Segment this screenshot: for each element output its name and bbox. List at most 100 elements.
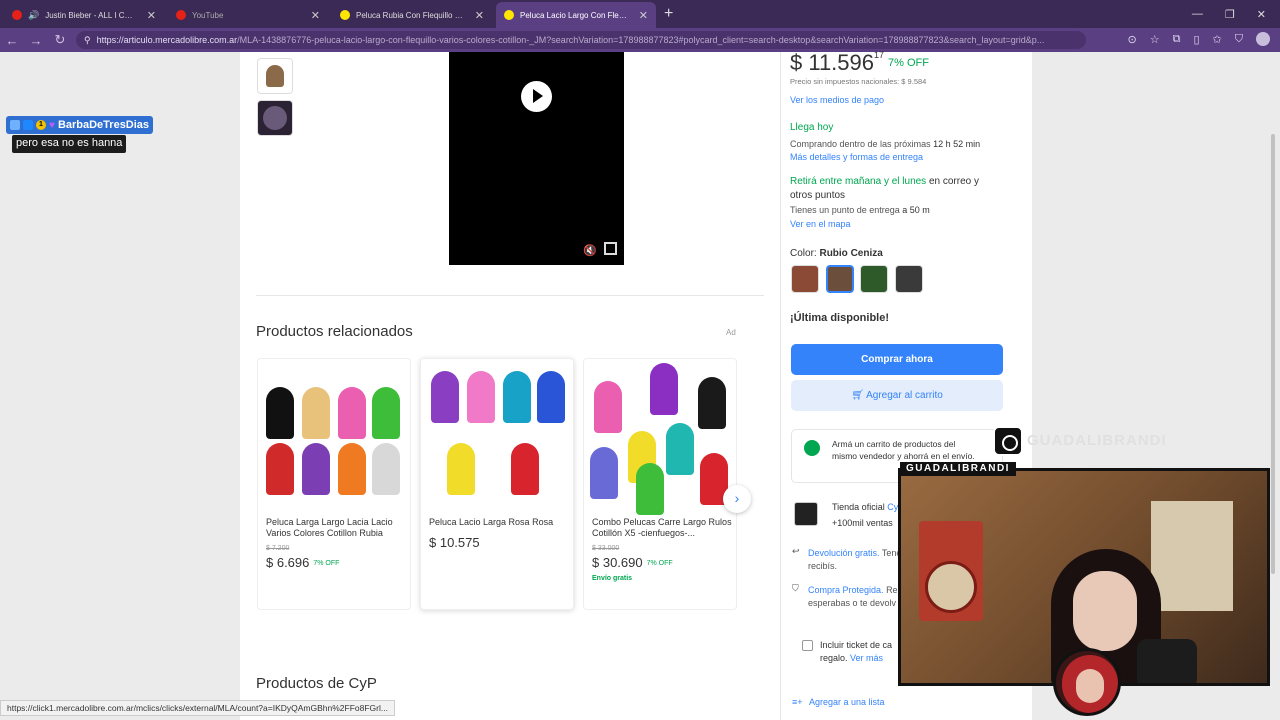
product-card[interactable]: Peluca Lacio Larga Rosa Rosa $ 10.575	[420, 358, 574, 610]
instagram-handle: GUADALIBRANDI	[1027, 432, 1167, 449]
gift-ticket-checkbox[interactable]	[802, 640, 813, 651]
gallery-thumbnail[interactable]	[257, 58, 293, 94]
pickup-point-text: Tienes un punto de entrega	[790, 205, 900, 215]
payment-methods-link[interactable]: Ver los medios de pago	[790, 95, 884, 105]
price-value: $ 30.690	[592, 555, 643, 570]
color-swatch[interactable]	[860, 265, 888, 293]
store-link[interactable]: Cy	[887, 502, 898, 512]
returns-link[interactable]: Devolución gratis.	[808, 548, 880, 558]
url-field[interactable]: ⚲ https://articulo.mercadolibre.com.ar/M…	[76, 31, 1086, 49]
protected-info: Compra Protegida. Re esperabas o te devol…	[808, 584, 898, 610]
tab-peluca-rubia[interactable]: Peluca Rubia Con Flequillo | Merca ✕	[332, 2, 492, 28]
extensions-icon[interactable]: ⧉	[1173, 33, 1181, 46]
youtube-icon	[176, 10, 186, 20]
cart-promo-text: Armá un carrito de productos del mismo v…	[832, 439, 975, 461]
product-card[interactable]: Combo Pelucas Carre Largo Rulos Cotillón…	[583, 358, 737, 610]
map-link[interactable]: Ver en el mapa	[790, 219, 851, 229]
price-cents: 17	[874, 50, 885, 60]
add-to-list-link[interactable]: Agregar a una lista	[809, 697, 885, 707]
store-name: Tienda oficial Cy	[832, 502, 898, 512]
pickup-text-2: otros puntos	[790, 190, 846, 201]
fullscreen-icon[interactable]	[604, 242, 617, 255]
poster-platform	[919, 521, 983, 621]
new-tab-icon[interactable]: +	[664, 5, 673, 23]
buy-now-button[interactable]: Comprar ahora	[791, 344, 1003, 375]
reader-icon[interactable]: ⊙	[1128, 33, 1137, 46]
close-tab-icon[interactable]: ✕	[311, 9, 320, 22]
tab-title: Justin Bieber - ALL I CAN TAKE	[45, 10, 137, 20]
store-logo[interactable]	[794, 502, 818, 526]
product-card[interactable]: Peluca Larga Largo Lacia Lacio Varios Co…	[257, 358, 411, 610]
pickup-text: en correo y	[928, 176, 979, 187]
minimize-icon[interactable]: —	[1192, 8, 1203, 20]
add-to-cart-button[interactable]: 🛒︎ Agregar al carrito	[791, 380, 1003, 411]
return-icon: ↩	[792, 546, 800, 556]
carousel-next-button[interactable]: ›	[723, 485, 751, 513]
gift-ticket-text-2: regalo.	[820, 653, 848, 663]
close-tab-icon[interactable]: ✕	[475, 9, 484, 22]
deadline-time: 12 h 52 min	[933, 139, 981, 149]
pickup-highlight: Retirá entre mañana y el lunes	[790, 176, 927, 187]
price-value: $ 10.575	[429, 535, 480, 550]
play-icon[interactable]	[521, 81, 552, 112]
pickup-info: Retirá entre mañana y el lunes en correo…	[790, 175, 1010, 203]
streamer-avatar	[1053, 648, 1121, 716]
webcam-label: GUADALIBRANDI	[900, 462, 1016, 476]
mercadolibre-icon	[504, 10, 514, 20]
scrollbar-thumb[interactable]	[1271, 134, 1275, 574]
returns-text-2: recibís.	[808, 561, 838, 571]
split-screen-icon[interactable]: ▯	[1193, 33, 1199, 46]
favorites-icon[interactable]: ✩	[1213, 33, 1222, 46]
instagram-icon	[993, 426, 1023, 456]
product-name: Combo Pelucas Carre Largo Rulos Cotillón…	[592, 517, 732, 538]
product-video[interactable]: 🔇	[449, 52, 624, 265]
chat-message: pero esa no es hanna	[12, 135, 127, 153]
back-icon[interactable]: ←	[0, 33, 24, 48]
color-swatch[interactable]	[895, 265, 923, 293]
badge-icon	[23, 120, 33, 130]
status-bar-url: https://click1.mercadolibre.com.ar/mclic…	[0, 700, 395, 716]
tab-justin-bieber[interactable]: 🔊 Justin Bieber - ALL I CAN TAKE ✕	[4, 2, 164, 28]
url-path: /MLA-1438876776-peluca-lacio-largo-con-f…	[237, 35, 1045, 45]
favorite-star-icon[interactable]: ☆	[1150, 33, 1160, 46]
site-info-icon[interactable]: ⚲	[84, 35, 91, 46]
gift-ticket-link[interactable]: Ver más	[850, 653, 883, 663]
browser-essentials-icon[interactable]: ⛉	[1235, 33, 1243, 46]
profile-avatar[interactable]	[1256, 32, 1270, 46]
price-value: $ 11.596	[790, 50, 875, 75]
add-to-cart-label: Agregar al carrito	[866, 390, 943, 401]
forward-icon[interactable]: →	[24, 33, 48, 48]
mute-icon[interactable]: 🔇	[583, 244, 597, 257]
tab-youtube[interactable]: YouTube ✕	[168, 2, 328, 28]
discount-badge: 7% OFF	[888, 57, 929, 69]
divider	[256, 295, 764, 296]
close-window-icon[interactable]: ✕	[1257, 8, 1266, 21]
pickup-point-distance: a 50 m	[902, 205, 930, 215]
price: $ 6.696 7% OFF	[266, 555, 339, 570]
microphone	[1137, 639, 1197, 683]
color-value: Rubio Ceniza	[819, 248, 883, 259]
close-tab-icon[interactable]: ✕	[147, 9, 156, 22]
badge-number: 1	[36, 120, 46, 130]
store-prefix: Tienda oficial	[832, 502, 885, 512]
heart-icon: ♥	[49, 119, 55, 131]
poster-undesirable	[1151, 501, 1233, 611]
reload-icon[interactable]: ↻	[48, 32, 72, 48]
product-price: $ 11.596177% OFF	[790, 50, 929, 76]
tab-title: Peluca Lacio Largo Con Flequillo V	[520, 10, 629, 20]
color-swatch-selected[interactable]	[826, 265, 854, 293]
delivery-details-link[interactable]: Más detalles y formas de entrega	[790, 152, 923, 162]
store-sales: +100mil ventas	[832, 518, 893, 528]
protected-link[interactable]: Compra Protegida.	[808, 585, 884, 595]
tab-peluca-lacio[interactable]: Peluca Lacio Largo Con Flequillo V ✕	[496, 2, 656, 28]
product-image	[588, 363, 734, 515]
product-image	[262, 363, 408, 513]
address-bar: ← → ↻ ⚲ https://articulo.mercadolibre.co…	[0, 28, 1280, 52]
color-swatch[interactable]	[791, 265, 819, 293]
add-to-list-icon[interactable]: ≡+	[792, 697, 803, 707]
gallery-thumbnail[interactable]	[257, 100, 293, 136]
mercadolibre-icon	[340, 10, 350, 20]
close-tab-icon[interactable]: ✕	[639, 9, 648, 22]
speaker-icon[interactable]: 🔊	[28, 10, 39, 21]
restore-icon[interactable]: ❐	[1225, 8, 1235, 21]
